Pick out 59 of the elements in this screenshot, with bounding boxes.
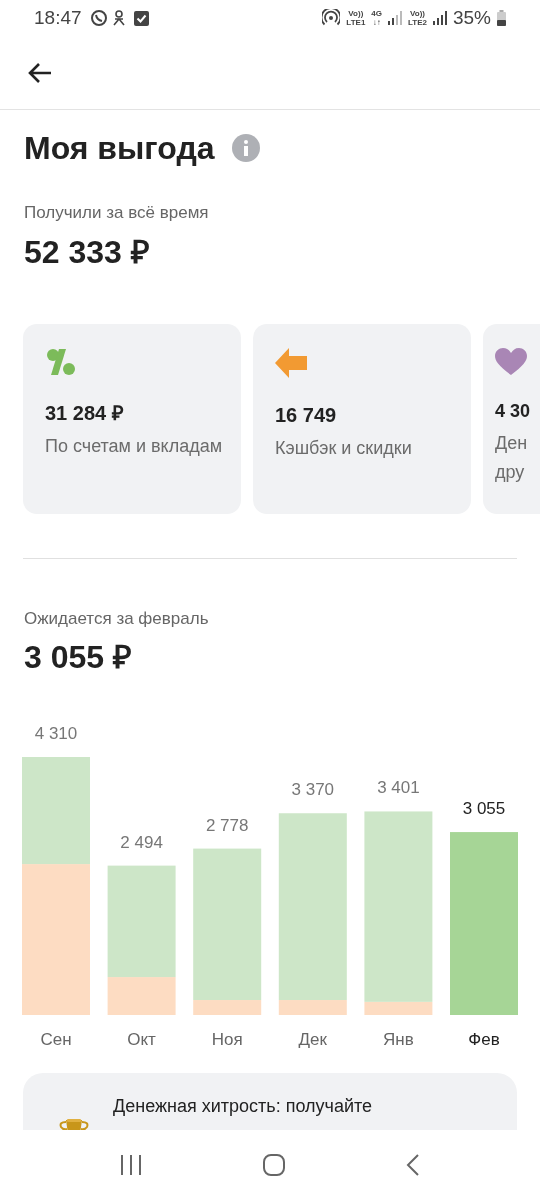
value-label: 3 401 <box>377 778 420 798</box>
signal-icon <box>388 11 402 25</box>
bar-segment[interactable] <box>278 1000 347 1015</box>
network-label: 4G <box>371 9 382 18</box>
info-icon[interactable] <box>232 134 261 162</box>
expected-amount: 3 055 ₽ <box>24 638 133 677</box>
battery-percent: 35% <box>452 5 491 30</box>
network-label: Vo)) <box>410 9 425 18</box>
month-label[interactable]: Дек <box>298 1030 327 1049</box>
expected-label: Ожидается за февраль <box>24 607 210 630</box>
battery-icon <box>497 10 506 26</box>
signal-icon <box>432 11 447 25</box>
card-label: Ден дру <box>495 431 529 484</box>
hotspot-icon <box>322 9 341 27</box>
month-label[interactable]: Ноя <box>211 1030 243 1049</box>
card-amount: 31 284 ₽ <box>45 400 125 426</box>
page-title: Моя выгода <box>24 129 215 168</box>
card-label: Кэшбэк и скидки <box>275 436 413 460</box>
benefit-card[interactable]: 31 284 ₽ По счетам и вкладам <box>23 323 241 514</box>
month-label[interactable]: Окт <box>127 1030 156 1049</box>
status-time: 18:47 <box>34 5 82 30</box>
bar-segment[interactable] <box>193 848 262 1001</box>
bar-segment[interactable] <box>107 865 176 978</box>
left-arrow-icon <box>275 347 307 378</box>
home-icon[interactable] <box>263 1154 285 1176</box>
value-label: 4 310 <box>34 724 78 743</box>
total-amount: 52 333 ₽ <box>24 232 151 272</box>
bar-segment[interactable] <box>278 813 347 1001</box>
chat-icon <box>89 9 108 27</box>
bar-segment[interactable] <box>22 757 90 865</box>
card-amount: 16 749 <box>275 402 338 428</box>
value-label: 2 778 <box>205 815 249 835</box>
card-amount: 4 30 <box>495 399 532 423</box>
value-label: 3 055 <box>462 799 506 819</box>
tip-text[interactable]: Денежная хитрость: получайте <box>113 1093 372 1120</box>
total-label: Получили за всё время <box>24 202 210 224</box>
bar-segment[interactable] <box>22 864 90 1015</box>
network-label: LTE2 <box>408 18 427 27</box>
benefit-card[interactable]: 4 30 Ден дру <box>483 323 540 514</box>
back-nav-icon[interactable] <box>405 1154 420 1176</box>
benefit-card[interactable]: 16 749 Кэшбэк и скидки <box>253 323 471 514</box>
network-label: ↓↑ <box>372 18 381 27</box>
month-label[interactable]: Сен <box>40 1030 72 1049</box>
card-label: По счетам и вкладам <box>45 434 224 458</box>
month-label[interactable]: Янв <box>383 1030 414 1049</box>
person-icon <box>111 10 126 26</box>
bar-segment[interactable] <box>364 811 433 1002</box>
recent-apps-icon[interactable] <box>120 1154 143 1176</box>
bar-segment[interactable] <box>450 832 518 1015</box>
value-label: 3 370 <box>291 780 335 800</box>
network-label: LTE1 <box>346 18 366 27</box>
value-label: 2 494 <box>120 832 163 852</box>
bar-segment[interactable] <box>193 1000 262 1015</box>
network-label: Vo)) <box>348 9 364 18</box>
heart-icon <box>495 347 527 376</box>
percent-icon <box>45 347 77 376</box>
checkbox-icon <box>133 10 149 26</box>
month-label[interactable]: Фев <box>468 1030 500 1049</box>
bar-segment[interactable] <box>107 977 176 1015</box>
